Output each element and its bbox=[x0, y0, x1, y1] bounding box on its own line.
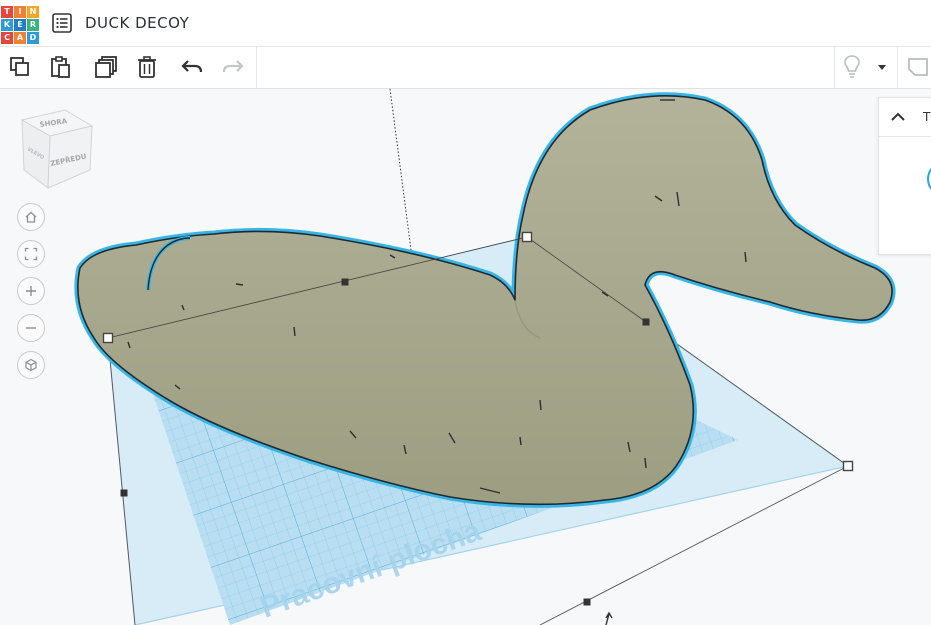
cube-icon bbox=[25, 358, 37, 372]
paste-button[interactable] bbox=[45, 52, 77, 82]
logo-letter: T bbox=[1, 6, 13, 18]
paste-icon bbox=[51, 56, 70, 78]
edit-toolbar bbox=[0, 47, 931, 89]
fit-view-button[interactable] bbox=[17, 240, 45, 268]
shape-properties-panel: T bbox=[878, 97, 931, 255]
logo-letter: D bbox=[27, 32, 39, 44]
top-bar: T I N K E R C A D DUCK DECOY bbox=[0, 0, 931, 47]
plus-icon bbox=[26, 286, 36, 296]
delete-button[interactable] bbox=[131, 52, 163, 82]
collapse-panel-button[interactable] bbox=[887, 106, 909, 128]
list-icon bbox=[52, 13, 72, 33]
duplicate-icon bbox=[95, 56, 117, 78]
logo-letter: N bbox=[27, 6, 39, 18]
logo-letter: E bbox=[14, 19, 26, 31]
minus-icon bbox=[26, 327, 36, 329]
panel-header: T bbox=[879, 98, 931, 137]
design-title[interactable]: DUCK DECOY bbox=[85, 14, 189, 32]
undo-icon bbox=[181, 60, 203, 73]
resize-handle[interactable] bbox=[842, 460, 854, 472]
workplane-viewport[interactable]: Pracovní plocha SHORA ZEPŘEDU VLEVO T bbox=[0, 89, 931, 625]
light-button[interactable] bbox=[836, 52, 868, 82]
panel-title: T bbox=[923, 110, 931, 124]
logo-letter: A bbox=[14, 32, 26, 44]
zoom-in-button[interactable] bbox=[17, 277, 45, 305]
redo-button[interactable] bbox=[217, 52, 249, 82]
logo-letter: R bbox=[27, 19, 39, 31]
note-button[interactable] bbox=[901, 52, 931, 82]
copy-icon bbox=[10, 57, 29, 76]
edge-handle[interactable] bbox=[341, 278, 349, 286]
logo-letter: I bbox=[14, 6, 26, 18]
perspective-button[interactable] bbox=[17, 351, 45, 379]
light-dropdown[interactable] bbox=[869, 52, 895, 82]
projects-list-button[interactable] bbox=[51, 12, 73, 34]
edge-handle[interactable] bbox=[642, 318, 650, 326]
home-icon bbox=[25, 211, 37, 223]
edge-handle[interactable] bbox=[120, 489, 128, 497]
note-icon bbox=[908, 58, 928, 76]
undo-button[interactable] bbox=[176, 52, 208, 82]
caret-down-icon bbox=[878, 65, 886, 70]
tinkercad-logo[interactable]: T I N K E R C A D bbox=[0, 5, 39, 44]
toolbar-divider bbox=[897, 47, 898, 88]
3d-scene[interactable]: Pracovní plocha bbox=[0, 89, 931, 625]
home-view-button[interactable] bbox=[17, 203, 45, 231]
resize-handle[interactable] bbox=[521, 231, 533, 243]
chevron-up-icon bbox=[891, 112, 905, 121]
edge-handle[interactable] bbox=[583, 598, 591, 606]
toolbar-divider bbox=[256, 47, 257, 88]
redo-icon bbox=[222, 60, 244, 73]
trash-icon bbox=[138, 56, 156, 78]
view-cube-icon: SHORA ZEPŘEDU VLEVO bbox=[20, 109, 94, 189]
resize-handle[interactable] bbox=[102, 332, 114, 344]
rotate-arrow-icon[interactable] bbox=[605, 611, 613, 625]
view-cube[interactable]: SHORA ZEPŘEDU VLEVO bbox=[20, 108, 96, 190]
copy-button[interactable] bbox=[4, 52, 36, 82]
lightbulb-icon bbox=[844, 55, 860, 78]
logo-letter: K bbox=[1, 19, 13, 31]
zoom-out-button[interactable] bbox=[17, 314, 45, 342]
toolbar-divider bbox=[834, 47, 835, 88]
fit-icon bbox=[24, 247, 38, 261]
logo-letter: C bbox=[1, 32, 13, 44]
duplicate-button[interactable] bbox=[90, 52, 122, 82]
color-swatch[interactable] bbox=[927, 162, 931, 196]
